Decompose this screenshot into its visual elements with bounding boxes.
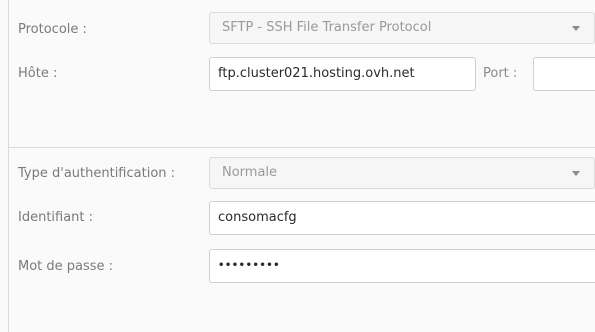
auth-type-value: Normale: [222, 165, 278, 180]
section-divider: [9, 147, 595, 148]
chevron-down-icon: [572, 26, 580, 31]
auth-type-label: Type d'authentification :: [18, 166, 176, 181]
protocol-dropdown[interactable]: SFTP - SSH File Transfer Protocol: [209, 12, 595, 44]
protocol-label: Protocole :: [18, 22, 87, 37]
username-input[interactable]: consomacfg: [209, 201, 595, 235]
protocol-value: SFTP - SSH File Transfer Protocol: [222, 20, 432, 35]
chevron-down-icon: [572, 171, 580, 176]
password-input[interactable]: •••••••••: [209, 249, 595, 283]
port-label: Port :: [483, 66, 518, 81]
password-label: Mot de passe :: [18, 259, 114, 274]
panel-left-border: [8, 0, 9, 332]
port-input[interactable]: [533, 57, 595, 91]
host-input[interactable]: ftp.cluster021.hosting.ovh.net: [209, 57, 476, 91]
site-settings-panel: Protocole : SFTP - SSH File Transfer Pro…: [0, 0, 595, 332]
username-label: Identifiant :: [18, 210, 94, 225]
auth-type-dropdown[interactable]: Normale: [209, 157, 595, 189]
host-label: Hôte :: [18, 66, 58, 81]
